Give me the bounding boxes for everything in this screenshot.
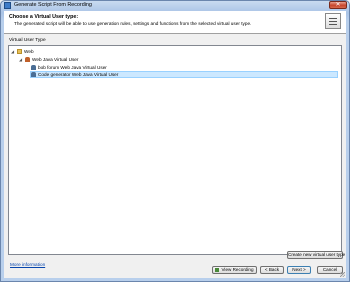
virtual-user-type-tree[interactable]: ◢ Web ◢ Web Java Virtual User bob forum … [8, 45, 342, 255]
tree-item-web[interactable]: ◢ Web [11, 48, 131, 55]
close-icon: ✕ [335, 2, 341, 8]
tree-item-web-java-virtual-user[interactable]: ◢ Web Java Virtual User [19, 56, 159, 63]
tree-item-label: Web [24, 49, 34, 54]
page-description: The generated script will be able to use… [14, 21, 252, 26]
collapse-icon[interactable]: ◢ [11, 48, 16, 55]
dialog-client-area: Choose a Virtual User type: The generate… [4, 11, 346, 278]
title-bar[interactable]: Generate Script From Recording ✕ [1, 1, 349, 11]
view-recording-icon [215, 267, 220, 272]
tree-item-code-generator[interactable]: Code generator Web Java Virtual User [30, 71, 338, 78]
page-title: Choose a Virtual User type: [9, 14, 79, 20]
user-icon [31, 65, 36, 70]
create-new-virtual-user-type-button[interactable]: Create new virtual user type [287, 251, 345, 259]
window-title: Generate Script From Recording [14, 2, 92, 8]
back-button[interactable]: < Back [260, 266, 284, 274]
app-icon [4, 2, 11, 9]
folder-icon [17, 49, 22, 54]
wizard-header: Choose a Virtual User type: The generate… [4, 11, 346, 34]
tree-item-label: bob forum Web Java Virtual User [38, 65, 107, 70]
tree-item-bob-forum[interactable]: bob forum Web Java Virtual User [31, 64, 181, 71]
tree-item-label: Code generator Web Java Virtual User [38, 72, 119, 77]
virtual-user-type-label: Virtual User Type [9, 38, 46, 43]
more-information-link[interactable]: More information [10, 262, 45, 267]
close-button[interactable]: ✕ [329, 1, 347, 9]
dialog-window: Generate Script From Recording ✕ Choose … [0, 0, 350, 282]
tree-item-label: Web Java Virtual User [32, 57, 79, 62]
user-icon [25, 57, 30, 62]
collapse-icon[interactable]: ◢ [19, 56, 24, 63]
view-recording-label: View Recording [221, 267, 254, 272]
view-recording-button[interactable]: View Recording [212, 266, 257, 274]
next-button[interactable]: Next > [287, 266, 311, 274]
user-icon [31, 72, 36, 77]
resize-grip[interactable] [340, 272, 345, 277]
wizard-icon [325, 13, 341, 29]
